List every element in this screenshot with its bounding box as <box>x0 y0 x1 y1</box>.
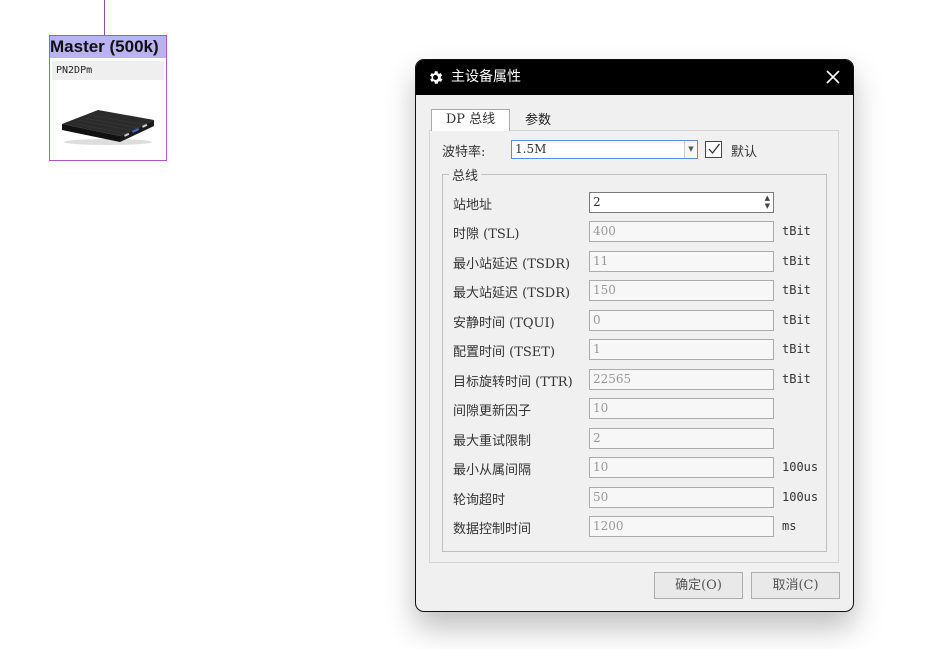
min-tsdr-unit: tBit <box>782 254 811 268</box>
tsl-field[interactable]: 400 <box>589 221 774 242</box>
max-retry-field[interactable]: 2 <box>589 428 774 449</box>
gear-icon <box>430 71 443 84</box>
checkmark-icon <box>708 143 721 155</box>
master-device-node[interactable]: Master (500k) PN2DPm <box>49 35 167 161</box>
max-tsdr-label: 最大站延迟 (TSDR) <box>453 286 571 301</box>
max-tsdr-unit: tBit <box>782 283 811 297</box>
tsl-unit: tBit <box>782 224 811 238</box>
master-node-subtitle: PN2DPm <box>52 61 164 80</box>
tab-parameters[interactable]: 参数 <box>512 111 564 132</box>
ttr-label: 目标旋转时间 (TTR) <box>453 375 573 390</box>
data-control-time-label: 数据控制时间 <box>453 522 532 537</box>
master-properties-dialog: 主设备属性 DP 总线 参数 波特率: 1.5M ▼ 默认 总线 站地址 2 ▲… <box>415 59 854 612</box>
poll-timeout-unit: 100us <box>782 490 819 504</box>
default-checkbox[interactable] <box>705 141 722 158</box>
bus-group-title: 总线 <box>449 165 482 184</box>
max-retry-label: 最大重试限制 <box>453 434 532 449</box>
gap-factor-field[interactable]: 10 <box>589 398 774 419</box>
min-slave-interval-unit: 100us <box>782 460 819 474</box>
gap-factor-label: 间隙更新因子 <box>453 404 532 419</box>
spin-arrows-icon[interactable]: ▲ ▼ <box>765 194 770 210</box>
dialog-title: 主设备属性 <box>451 69 521 85</box>
min-tsdr-label: 最小站延迟 (TSDR) <box>453 257 571 272</box>
close-icon[interactable] <box>825 69 841 85</box>
data-control-time-field[interactable]: 1200 <box>589 516 774 537</box>
tset-unit: tBit <box>782 342 811 356</box>
station-address-spinbox[interactable]: 2 ▲ ▼ <box>589 192 774 213</box>
connection-line <box>104 0 105 36</box>
baud-rate-value: 1.5M <box>515 142 547 156</box>
min-slave-interval-field[interactable]: 10 <box>589 457 774 478</box>
baud-rate-label: 波特率: <box>442 145 486 160</box>
tab-label: DP 总线 <box>445 112 496 127</box>
poll-timeout-field[interactable]: 50 <box>589 487 774 508</box>
mini-pc-device-icon <box>62 110 154 145</box>
station-address-value: 2 <box>593 195 601 209</box>
tsl-label: 时隙 (TSL) <box>453 227 520 242</box>
tab-dp-bus[interactable]: DP 总线 <box>431 109 510 131</box>
tqui-label: 安静时间 (TQUI) <box>453 316 555 331</box>
ttr-field[interactable]: 22565 <box>589 369 774 390</box>
dialog-titlebar[interactable]: 主设备属性 <box>416 60 853 95</box>
poll-timeout-label: 轮询超时 <box>453 493 506 508</box>
tqui-unit: tBit <box>782 313 811 327</box>
default-label: 默认 <box>731 145 758 160</box>
chevron-down-icon[interactable]: ▼ <box>684 141 697 158</box>
ok-button[interactable]: 确定(O) <box>654 572 743 599</box>
master-node-title: Master (500k) <box>50 36 166 58</box>
min-tsdr-field[interactable]: 11 <box>589 251 774 272</box>
cancel-button[interactable]: 取消(C) <box>751 572 840 599</box>
min-slave-interval-label: 最小从属间隔 <box>453 463 532 478</box>
tset-field[interactable]: 1 <box>589 339 774 360</box>
station-address-label: 站地址 <box>453 198 493 213</box>
ttr-unit: tBit <box>782 372 811 386</box>
max-tsdr-field[interactable]: 150 <box>589 280 774 301</box>
data-control-time-unit: ms <box>782 519 797 533</box>
baud-rate-select[interactable]: 1.5M ▼ <box>511 140 698 159</box>
tqui-field[interactable]: 0 <box>589 310 774 331</box>
tab-label: 参数 <box>524 113 551 128</box>
tset-label: 配置时间 (TSET) <box>453 345 556 360</box>
